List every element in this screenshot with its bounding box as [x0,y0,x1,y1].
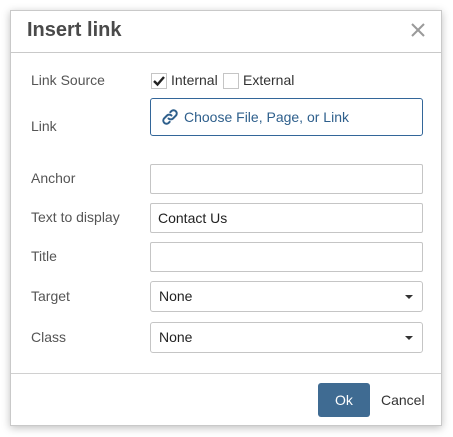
link-source-label: Link Source [31,72,105,88]
text-to-display-label: Text to display [31,209,120,225]
external-option-label: External [243,72,295,88]
anchor-label: Anchor [31,170,76,186]
chevron-down-icon [405,295,413,299]
anchor-input[interactable] [150,164,423,194]
class-select[interactable]: None [150,322,423,353]
chevron-down-icon [405,336,413,340]
title-label: Title [31,248,57,264]
internal-option-label: Internal [171,72,218,88]
target-select[interactable]: None [150,281,423,312]
cancel-button[interactable]: Cancel [381,383,425,417]
dialog-header: Insert link [11,11,441,53]
class-label: Class [31,329,67,345]
checkmark-icon [153,76,165,87]
internal-checkbox[interactable] [151,73,167,89]
link-label: Link [31,118,57,134]
footer-divider [11,373,441,374]
dialog-title: Insert link [27,19,122,41]
class-select-value: None [159,329,193,345]
ok-button[interactable]: Ok [318,383,370,417]
target-label: Target [31,288,70,304]
choose-link-button[interactable]: Choose File, Page, or Link [150,98,423,136]
external-checkbox[interactable] [223,73,239,89]
text-to-display-input[interactable] [150,203,423,233]
insert-link-dialog: Insert link Link Source Internal Externa… [10,10,442,426]
close-icon[interactable] [407,19,429,41]
choose-link-text: Choose File, Page, or Link [184,109,349,125]
link-icon [162,109,178,125]
title-input[interactable] [150,242,423,272]
target-select-value: None [159,288,193,304]
